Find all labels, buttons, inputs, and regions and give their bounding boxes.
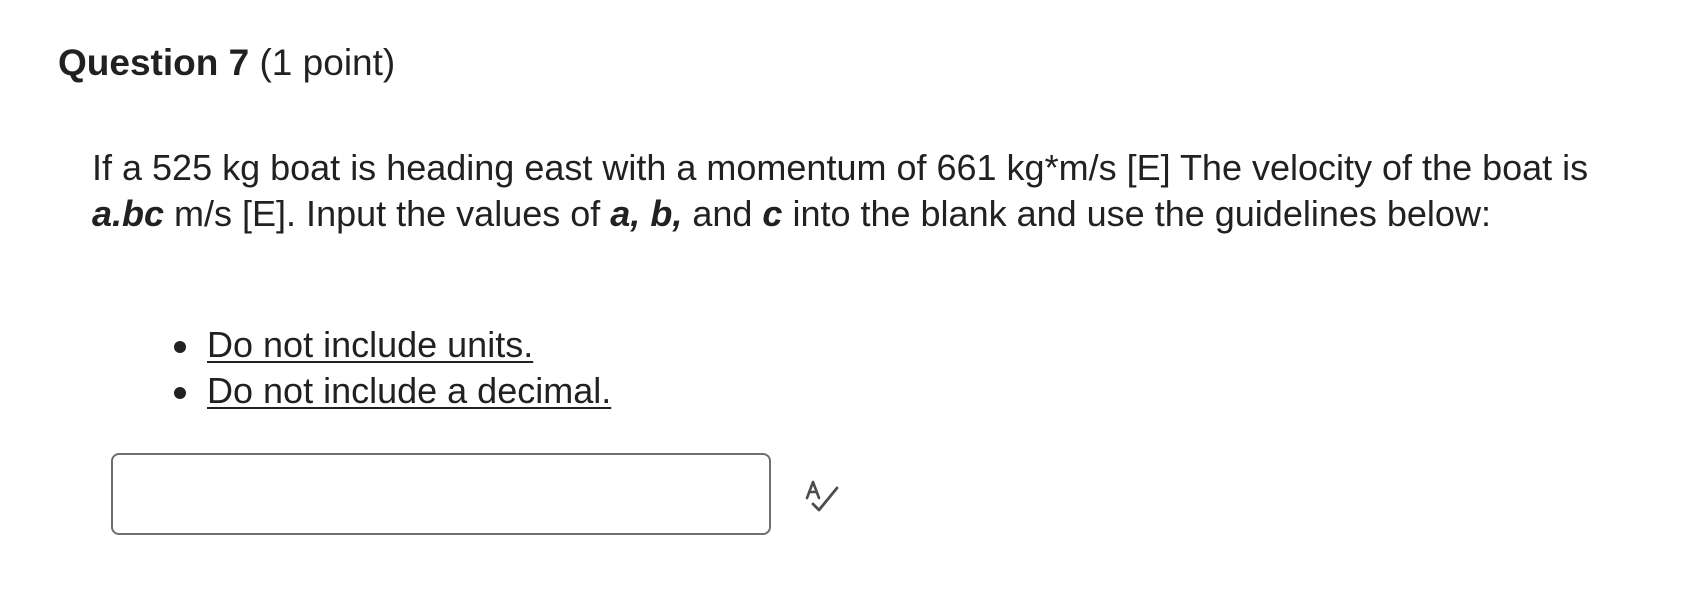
question-text-part5: into the blank and use the guidelines be… xyxy=(782,193,1491,234)
answer-input[interactable] xyxy=(111,453,771,535)
question-text-part4: and xyxy=(682,193,763,234)
question-number: Question 7 xyxy=(58,42,250,83)
variable-a: a, xyxy=(610,193,641,234)
variable-c: c xyxy=(762,193,783,234)
guidelines-list: Do not include units. Do not include a d… xyxy=(173,322,611,414)
guideline-no-units: Do not include units. xyxy=(173,322,611,368)
spellcheck-icon xyxy=(805,480,839,512)
variable-b: b, xyxy=(650,193,683,234)
question-text-part1: If a 525 kg boat is heading east with a … xyxy=(92,147,1589,188)
question-points: (1 point) xyxy=(259,42,396,83)
spellcheck-button[interactable] xyxy=(797,472,845,520)
guideline-no-decimal: Do not include a decimal. xyxy=(173,368,611,414)
question-text-part2: m/s [E]. Input the values of xyxy=(164,193,611,234)
question-header: Question 7 (1 point) xyxy=(58,38,395,88)
question-text: If a 525 kg boat is heading east with a … xyxy=(92,145,1632,237)
variable-abc: a.bc xyxy=(92,193,165,234)
question-text-part3 xyxy=(640,193,650,234)
